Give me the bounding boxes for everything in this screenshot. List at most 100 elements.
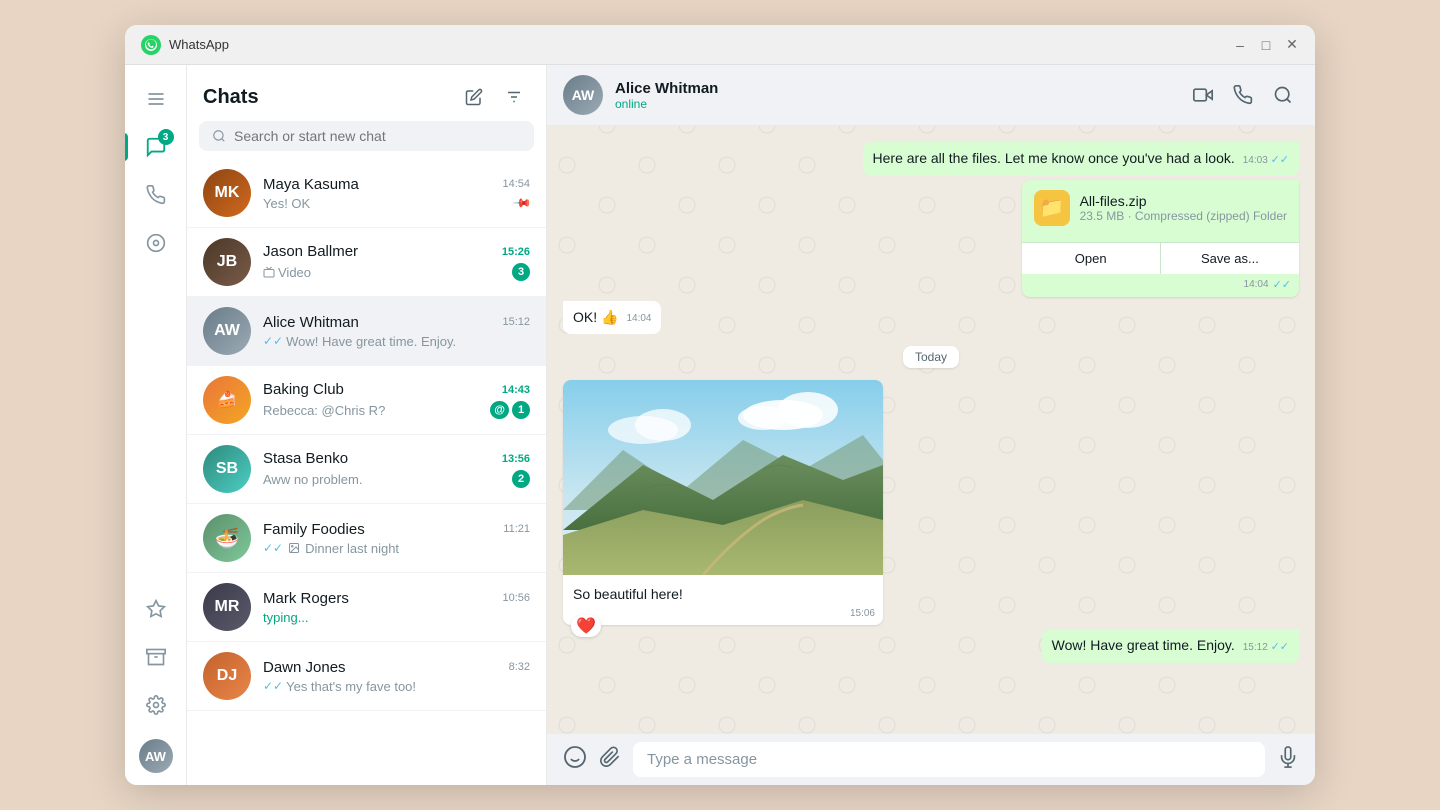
- chat-preview-mark: typing...: [263, 610, 530, 625]
- chat-name-mark: Mark Rogers: [263, 590, 349, 607]
- chat-header-status: online: [615, 97, 1175, 111]
- minimize-button[interactable]: –: [1233, 38, 1247, 52]
- file-time: 14:04: [1244, 279, 1269, 290]
- search-bar: [199, 121, 534, 151]
- chat-preview-maya: Yes! OK: [263, 196, 515, 211]
- chat-window: AW Alice Whitman online: [547, 65, 1315, 785]
- avatar-family: 🍜: [203, 514, 251, 562]
- chat-list-actions: [458, 81, 530, 113]
- chat-name-jason: Jason Ballmer: [263, 243, 358, 260]
- chat-time-maya: 14:54: [502, 178, 530, 190]
- chat-item-mark[interactable]: MR Mark Rogers 10:56 typing...: [187, 573, 546, 642]
- message-sent-1: Here are all the files. Let me know once…: [863, 142, 1299, 176]
- chats-badge: 3: [158, 129, 174, 145]
- titlebar: WhatsApp – □ ✕: [125, 25, 1315, 65]
- chat-name-maya: Maya Kasuma: [263, 176, 359, 193]
- chat-preview-family: ✓✓ Dinner last night: [263, 541, 530, 556]
- nav-menu[interactable]: [134, 77, 178, 121]
- app-logo: [141, 35, 161, 55]
- message-sent-2: Wow! Have great time. Enjoy. 15:12 ✓✓: [1042, 629, 1299, 663]
- message-input[interactable]: [633, 742, 1265, 777]
- avatar-alice: AW: [203, 307, 251, 355]
- user-avatar-nav[interactable]: AW: [139, 739, 173, 773]
- search-chat-button[interactable]: [1267, 79, 1299, 111]
- unread-badge-jason: 3: [512, 263, 530, 281]
- chat-list-panel: Chats MK: [187, 65, 547, 785]
- filter-button[interactable]: [498, 81, 530, 113]
- chat-input-bar: [547, 734, 1315, 785]
- titlebar-title: WhatsApp: [169, 37, 1225, 52]
- image-bubble: So beautiful here! 15:06: [563, 380, 883, 625]
- nav-archived[interactable]: [134, 635, 178, 679]
- avatar-maya: MK: [203, 169, 251, 217]
- unread-count-baking: 1: [512, 401, 530, 419]
- nav-sidebar: 3 AW: [125, 65, 187, 785]
- unread-badge-stasa: 2: [512, 470, 530, 488]
- message-received-1: OK! 👍 14:04: [563, 301, 661, 335]
- image-caption: So beautiful here!: [573, 586, 683, 602]
- window-controls: – □ ✕: [1233, 38, 1299, 52]
- filename: All-files.zip: [1080, 193, 1287, 209]
- chat-time-mark: 10:56: [502, 592, 530, 604]
- chat-item-jason[interactable]: JB Jason Ballmer 15:26 Video 3: [187, 228, 546, 297]
- file-meta: 23.5 MB · Compressed (zipped) Folder: [1080, 209, 1287, 223]
- nav-chats[interactable]: 3: [134, 125, 178, 169]
- app-window: WhatsApp – □ ✕ 3: [125, 25, 1315, 785]
- open-file-button[interactable]: Open: [1022, 243, 1161, 274]
- avatar-stasa: SB: [203, 445, 251, 493]
- search-input[interactable]: [234, 128, 521, 144]
- avatar-jason: JB: [203, 238, 251, 286]
- chat-time-alice: 15:12: [502, 316, 530, 328]
- chat-item-baking[interactable]: 🍰 Baking Club 14:43 Rebecca: @Chris R? @…: [187, 366, 546, 435]
- file-bubble: 📁 All-files.zip 23.5 MB · Compressed (zi…: [1022, 180, 1299, 297]
- chat-item-family[interactable]: 🍜 Family Foodies 11:21 ✓✓ Dinner last ni…: [187, 504, 546, 573]
- nav-starred[interactable]: [134, 587, 178, 631]
- chat-time-family: 11:21: [503, 523, 530, 535]
- chat-preview-jason: Video: [263, 265, 512, 280]
- attach-button[interactable]: [599, 746, 621, 774]
- maximize-button[interactable]: □: [1259, 38, 1273, 52]
- new-chat-button[interactable]: [458, 81, 490, 113]
- voice-call-button[interactable]: [1227, 79, 1259, 111]
- chat-item-dawn[interactable]: DJ Dawn Jones 8:32 ✓✓ Yes that's my fave…: [187, 642, 546, 711]
- chat-item-alice[interactable]: AW Alice Whitman 15:12 ✓✓ Wow! Have grea…: [187, 297, 546, 366]
- chat-header-name: Alice Whitman: [615, 80, 1175, 97]
- chat-preview-baking: Rebecca: @Chris R?: [263, 403, 490, 418]
- nav-settings[interactable]: [134, 683, 178, 727]
- day-divider: Today: [903, 346, 959, 368]
- chat-time-jason: 15:26: [502, 246, 530, 258]
- message-reaction: ❤️: [571, 615, 601, 637]
- chat-header-info: Alice Whitman online: [615, 80, 1175, 111]
- nav-status[interactable]: [134, 221, 178, 265]
- chat-list: MK Maya Kasuma 14:54 Yes! OK 📌: [187, 159, 546, 785]
- file-actions: Open Save as...: [1022, 242, 1299, 274]
- save-file-button[interactable]: Save as...: [1161, 243, 1299, 274]
- file-icon: 📁: [1034, 190, 1070, 226]
- image-time: 15:06: [850, 608, 875, 619]
- video-call-button[interactable]: [1187, 79, 1219, 111]
- image-message-wrapper: So beautiful here! 15:06 ❤️: [563, 380, 883, 625]
- chat-header-avatar[interactable]: AW: [563, 75, 603, 115]
- voice-message-button[interactable]: [1277, 746, 1299, 774]
- avatar-baking: 🍰: [203, 376, 251, 424]
- chat-name-family: Family Foodies: [263, 521, 365, 538]
- chat-name-dawn: Dawn Jones: [263, 659, 346, 676]
- avatar-dawn: DJ: [203, 652, 251, 700]
- app-body: 3 AW Chats: [125, 65, 1315, 785]
- chat-time-dawn: 8:32: [509, 661, 530, 673]
- chat-header-actions: [1187, 79, 1299, 111]
- chat-list-header: Chats: [187, 65, 546, 121]
- chat-list-title: Chats: [203, 86, 259, 109]
- close-button[interactable]: ✕: [1285, 38, 1299, 52]
- emoji-button[interactable]: [563, 745, 587, 775]
- chat-item-stasa[interactable]: SB Stasa Benko 13:56 Aww no problem. 2: [187, 435, 546, 504]
- chat-preview-stasa: Aww no problem.: [263, 472, 512, 487]
- chat-messages: Here are all the files. Let me know once…: [547, 126, 1315, 734]
- nav-calls[interactable]: [134, 173, 178, 217]
- chat-name-stasa: Stasa Benko: [263, 450, 348, 467]
- chat-name-alice: Alice Whitman: [263, 314, 359, 331]
- unread-badge-baking: @: [490, 401, 509, 419]
- chat-item-maya[interactable]: MK Maya Kasuma 14:54 Yes! OK 📌: [187, 159, 546, 228]
- avatar-mark: MR: [203, 583, 251, 631]
- chat-image[interactable]: [563, 380, 883, 575]
